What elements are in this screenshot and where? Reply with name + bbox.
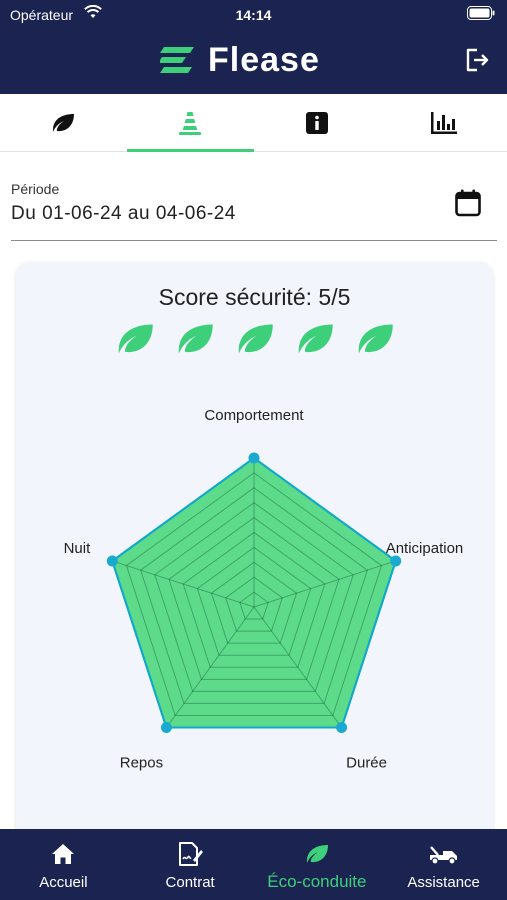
tab-info[interactable] xyxy=(254,94,381,151)
nav-assistance-label: Assistance xyxy=(407,874,480,891)
radar-data-point xyxy=(160,722,172,734)
radar-data-point xyxy=(336,722,348,734)
status-bar: Opérateur 14:14 xyxy=(0,0,507,30)
leaf-icon xyxy=(306,845,328,863)
home-icon xyxy=(52,844,75,864)
tab-bar xyxy=(0,94,507,152)
radar-chart: Comportement Anticipation Durée Repos Nuit xyxy=(64,407,464,772)
tab-eco[interactable] xyxy=(0,94,127,151)
radar-axis-label: Anticipation xyxy=(386,540,464,557)
radar-axis-label: Repos xyxy=(120,755,163,772)
nav-home-label: Accueil xyxy=(39,874,88,891)
nav-contract[interactable]: Contrat xyxy=(127,829,254,900)
nav-home[interactable]: Accueil xyxy=(0,829,127,900)
nav-eco-label: Éco-conduite xyxy=(267,872,367,891)
tow-truck-icon xyxy=(429,846,457,865)
logout-button[interactable] xyxy=(463,46,491,74)
bottom-nav: Accueil Contrat Éco-conduite Assistance xyxy=(0,829,507,900)
radar-axis-label: Durée xyxy=(346,755,387,772)
radar-axis-label: Nuit xyxy=(64,540,92,557)
cone-icon xyxy=(179,111,202,135)
info-icon xyxy=(305,111,328,134)
score-leaf-icon xyxy=(118,324,153,354)
nav-contract-label: Contrat xyxy=(165,874,215,891)
radar-data-point xyxy=(106,555,118,567)
tab-safety[interactable] xyxy=(126,94,254,152)
bar-chart-icon xyxy=(430,111,457,134)
nav-eco[interactable]: Éco-conduite xyxy=(254,829,381,900)
app-logo: Flease xyxy=(160,40,320,80)
app-header: Opérateur 14:14 Flease xyxy=(0,0,507,94)
score-leaf-icon xyxy=(178,324,213,354)
score-title: Score sécurité: 5/5 xyxy=(158,284,351,310)
period-value: Du 01-06-24 au 04-06-24 xyxy=(11,203,236,224)
battery-icon xyxy=(467,6,495,20)
contract-icon xyxy=(179,842,204,866)
leaf-icon xyxy=(53,113,75,132)
app-title: Flease xyxy=(208,40,320,79)
tab-stats[interactable] xyxy=(380,94,507,151)
score-leaf-icon xyxy=(298,324,333,354)
radar-data-point xyxy=(390,555,402,567)
period-field[interactable]: Période Du 01-06-24 au 04-06-24 xyxy=(11,175,497,241)
radar-axis-label: Comportement xyxy=(204,407,304,424)
period-label: Période xyxy=(11,181,60,197)
score-leaf-icon xyxy=(238,324,273,354)
logo-mark-icon xyxy=(160,47,194,73)
score-leaves xyxy=(16,320,493,358)
calendar-icon[interactable] xyxy=(455,189,481,217)
score-leaf-icon xyxy=(358,324,393,354)
score-card: Score sécurité: 5/5 Comportement Anticipa… xyxy=(16,262,493,862)
radar-data-point xyxy=(248,452,260,464)
nav-assistance[interactable]: Assistance xyxy=(380,829,507,900)
clock: 14:14 xyxy=(235,7,272,23)
